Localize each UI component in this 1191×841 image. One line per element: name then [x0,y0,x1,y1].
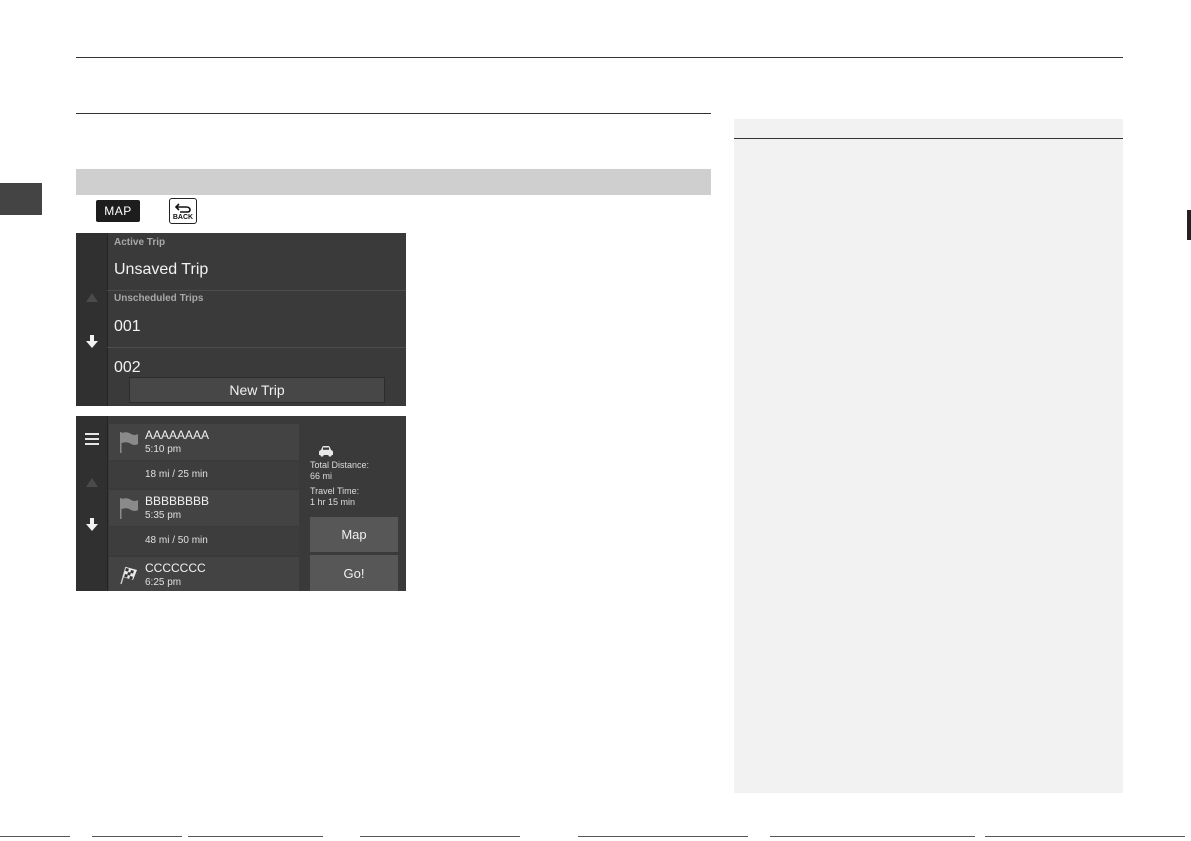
stop-name: BBBBBBBB [145,494,210,508]
checkered-flag-icon [120,566,137,585]
leg-row: 18 mi / 25 min [109,461,299,488]
map-key-icon: MAP [96,200,140,222]
flag-icon [120,432,138,453]
scroll-up-icon[interactable] [86,478,98,487]
panel-top-rule [734,138,1123,139]
travel-time-label: Travel Time: [310,486,360,496]
trip-item-002[interactable]: 002 [114,359,141,377]
trip-item-001[interactable]: 001 [114,318,141,336]
scroll-up-icon[interactable] [86,293,98,302]
stop-row[interactable]: AAAAAAAA 5:10 pm [109,424,299,460]
travel-time-value: 1 hr 15 min [310,497,356,507]
go-button[interactable]: Go! [310,555,398,591]
scroll-down-icon[interactable] [86,518,98,532]
menu-icon[interactable] [85,433,99,448]
stop-time: 6:25 pm [145,577,182,588]
top-rule [76,57,1123,58]
trim-mark [0,836,70,837]
leg-row: 48 mi / 50 min [109,527,299,555]
active-trip-header: Active Trip [114,237,166,248]
trim-mark [92,836,182,837]
section-rule [76,113,711,114]
stop-name: CCCCCCC [145,561,206,575]
sidebar-notes-panel [734,119,1123,793]
back-key-label: BACK [172,214,194,221]
leg-distance-time: 48 mi / 50 min [145,535,208,546]
chapter-tab [0,183,42,215]
trip-detail-screen: AAAAAAAA 5:10 pm 18 mi / 25 min BBBBBBBB… [76,416,406,591]
trim-mark [188,836,323,837]
new-trip-button[interactable]: New Trip [129,377,385,403]
stop-time: 5:10 pm [145,444,182,455]
trim-mark [578,836,748,837]
trip-list-screen: Active Trip Unsaved Trip Unscheduled Tri… [76,233,406,406]
stop-row[interactable]: CCCCCCC 6:25 pm [109,557,299,591]
back-key-icon: BACK [169,198,197,224]
divider [107,290,406,291]
unscheduled-trips-header: Unscheduled Trips [114,293,204,304]
stop-name: AAAAAAAA [145,428,210,442]
scroll-sidebar [76,416,108,591]
trim-mark [770,836,975,837]
scroll-down-icon[interactable] [86,335,98,349]
edge-marker [1187,210,1191,240]
scroll-sidebar [76,233,108,406]
trim-mark [985,836,1185,837]
flag-icon [120,498,138,519]
divider [107,347,406,348]
back-arrow-icon [175,203,191,213]
car-icon [319,446,333,457]
total-distance-label: Total Distance: [310,460,370,470]
trim-mark [360,836,520,837]
leg-distance-time: 18 mi / 25 min [145,469,208,480]
active-trip-item[interactable]: Unsaved Trip [114,261,208,279]
total-distance-value: 66 mi [310,471,333,481]
stop-row[interactable]: BBBBBBBB 5:35 pm [109,490,299,526]
stop-time: 5:35 pm [145,510,182,521]
section-header-bar [76,169,711,195]
map-button[interactable]: Map [310,517,398,552]
